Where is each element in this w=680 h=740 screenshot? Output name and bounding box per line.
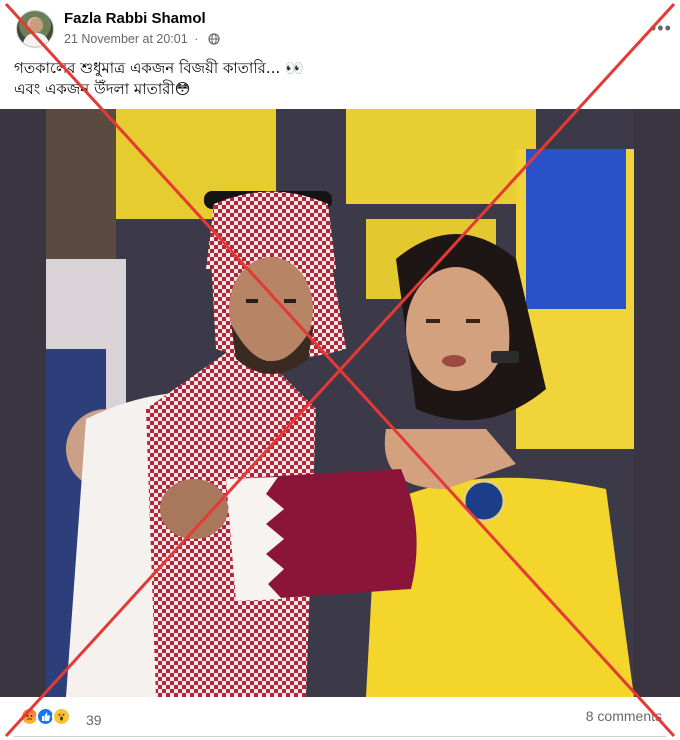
post-footer: 39 8 comments bbox=[14, 703, 666, 737]
comments-count[interactable]: 8 comments bbox=[586, 708, 662, 724]
more-options-icon[interactable]: ••• bbox=[650, 19, 672, 37]
reactions-count[interactable]: 39 bbox=[86, 712, 102, 728]
caption-line-1: গতকালের শুধুমাত্র একজন বিজয়ী কাতারি... … bbox=[14, 59, 304, 77]
globe-icon bbox=[208, 33, 220, 45]
caption-line-2: এবং একজন উঁদলা মাতারী😳 bbox=[14, 80, 191, 98]
photo-frame bbox=[0, 109, 680, 697]
post-timestamp[interactable]: 21 November at 20:01 bbox=[64, 32, 188, 46]
author-name[interactable]: Fazla Rabbi Shamol bbox=[64, 10, 206, 27]
post-header: Fazla Rabbi Shamol 21 November at 20:01 … bbox=[14, 8, 671, 50]
facebook-post: Fazla Rabbi Shamol 21 November at 20:01 … bbox=[0, 0, 680, 740]
wow-reaction-icon bbox=[52, 707, 71, 726]
post-meta: 21 November at 20:01 · bbox=[64, 32, 220, 46]
post-photo[interactable] bbox=[46, 109, 634, 697]
author-avatar[interactable] bbox=[16, 10, 54, 48]
photo-illustration bbox=[46, 109, 634, 697]
post-caption: গতকালের শুধুমাত্র একজন বিজয়ী কাতারি... … bbox=[14, 58, 654, 100]
divider bbox=[14, 736, 666, 737]
